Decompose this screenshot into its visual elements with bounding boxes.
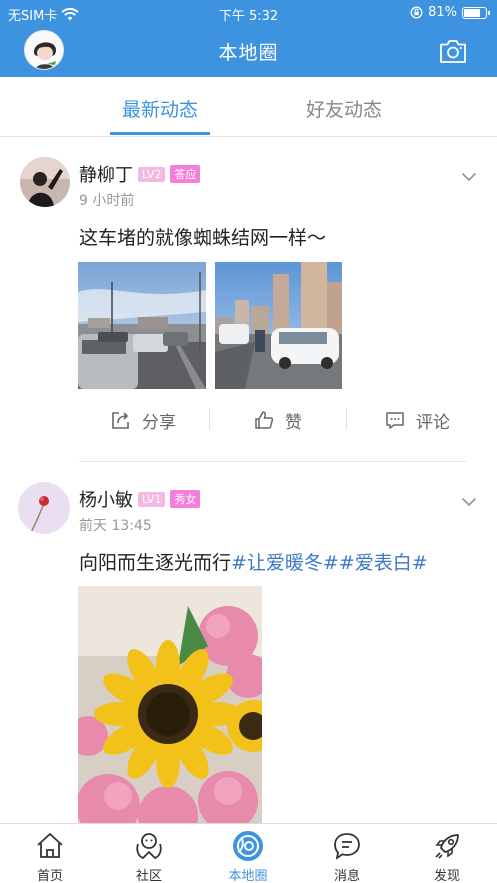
post-photo[interactable]	[78, 586, 262, 826]
comment-label: 评论	[416, 412, 450, 433]
topic-link[interactable]: #爱表白#	[339, 552, 428, 574]
divider	[346, 408, 347, 430]
post-text: 向阳而生逐光而行#让爱暖冬##爱表白#	[79, 548, 428, 575]
tabbar-label: 社区	[135, 869, 162, 883]
title-badge: 秀女	[170, 490, 201, 508]
tabbar-item-home[interactable]: 首页	[10, 824, 90, 883]
chevron-down-icon[interactable]	[461, 497, 477, 507]
post-actions: 分享 赞 评论	[0, 400, 497, 440]
author-name-row: 静柳丁 LV2 答应	[79, 161, 201, 187]
app-root: 无SIM卡 下午 5:32 81% 本地圈 最新动态 好友动态 静柳丁 LV2 …	[0, 0, 497, 883]
share-label: 分享	[142, 412, 176, 433]
topic-link[interactable]: #让爱暖冬#	[231, 552, 339, 574]
battery-fill	[464, 8, 480, 17]
post-time: 9 小时前	[79, 193, 135, 209]
post-text-body: 向阳而生逐光而行	[79, 552, 232, 574]
bottom-tabbar: 首页 社区 本地圈 消息 发现	[0, 823, 497, 883]
author-name[interactable]: 静柳丁	[79, 165, 133, 186]
battery-icon	[462, 6, 490, 19]
local-circle-icon	[233, 831, 263, 861]
tabbar-label: 首页	[36, 869, 63, 883]
share-icon	[112, 412, 129, 429]
post-photo-1[interactable]	[78, 262, 206, 389]
like-button[interactable]: 赞	[253, 400, 302, 440]
tabbar-item-local[interactable]: 本地圈	[208, 824, 288, 883]
author-name-row: 杨小敏 LV1 秀女	[79, 486, 201, 512]
tabbar-item-messages[interactable]: 消息	[307, 824, 387, 883]
tab-friends[interactable]: 好友动态	[284, 95, 404, 122]
tabbar-label: 本地圈	[228, 869, 268, 883]
level-badge: LV1	[138, 492, 166, 507]
author-avatar-image	[20, 157, 70, 207]
title-badge: 答应	[170, 165, 201, 183]
tab-latest[interactable]: 最新动态	[100, 95, 220, 122]
comment-button[interactable]: 评论	[384, 400, 450, 440]
level-badge: LV2	[138, 167, 166, 182]
traffic-photo-1	[78, 262, 206, 389]
status-bar: 无SIM卡 下午 5:32 81%	[0, 0, 497, 26]
author-avatar-image	[18, 482, 70, 534]
community-icon	[136, 833, 162, 859]
orientation-lock-icon	[410, 6, 423, 19]
share-button[interactable]: 分享	[110, 400, 176, 440]
page-title: 本地圈	[218, 42, 279, 64]
battery-text: 81%	[428, 5, 457, 20]
home-icon	[37, 833, 63, 858]
comment-icon	[386, 412, 404, 429]
tabbar-label: 发现	[433, 869, 460, 883]
tabbar-label: 消息	[333, 869, 360, 883]
tabbar-item-community[interactable]: 社区	[109, 824, 189, 883]
post-separator	[79, 461, 467, 462]
author-avatar[interactable]	[18, 482, 70, 534]
rocket-icon	[435, 834, 459, 859]
author-avatar[interactable]	[20, 157, 70, 207]
feed-tabs: 最新动态 好友动态	[0, 77, 497, 137]
chevron-down-icon[interactable]	[461, 172, 477, 182]
post-text: 这车堵的就像蜘蛛结网一样～	[79, 227, 327, 249]
post-time: 前天 13:45	[79, 518, 152, 534]
tab-indicator	[110, 132, 210, 135]
post-photo-2[interactable]	[215, 262, 342, 389]
message-icon	[334, 833, 360, 860]
sunflower-photo	[78, 586, 262, 826]
camera-icon	[440, 40, 466, 63]
camera-button[interactable]	[439, 38, 467, 64]
tabbar-item-discover[interactable]: 发现	[407, 824, 487, 883]
divider	[209, 408, 210, 430]
author-name[interactable]: 杨小敏	[79, 490, 133, 511]
status-right: 81%	[410, 5, 490, 20]
header: 无SIM卡 下午 5:32 81% 本地圈	[0, 0, 497, 77]
like-label: 赞	[285, 412, 302, 433]
thumbs-up-icon	[255, 411, 274, 429]
traffic-photo-2	[215, 262, 342, 389]
